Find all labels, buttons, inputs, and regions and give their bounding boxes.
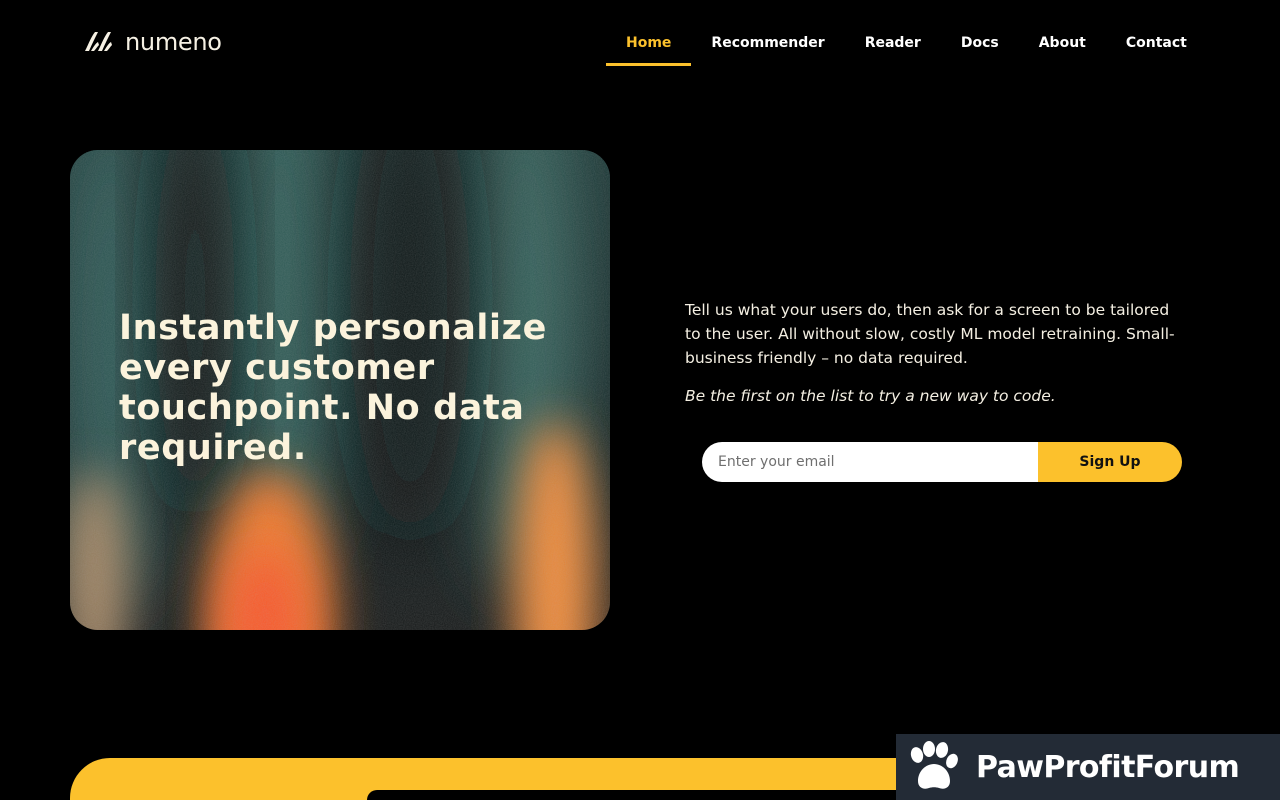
nav-contact[interactable]: Contact [1106,20,1207,66]
site-logo[interactable]: numeno [82,27,222,57]
tagline-text: Be the first on the list to try a new wa… [685,387,1056,405]
nav-reader[interactable]: Reader [845,20,941,66]
brand-name: numeno [125,28,222,56]
nav-recommender[interactable]: Recommender [691,20,844,66]
hero-card: Instantly personalize every customer tou… [70,150,610,630]
site-header: numeno Home Recommender Reader Docs Abou… [0,0,1280,86]
nav-home[interactable]: Home [606,20,692,66]
intro-text: Tell us what your users do, then ask for… [685,301,1175,367]
paw-icon [910,741,958,789]
hero-title: Instantly personalize every customer tou… [119,308,547,468]
sign-up-button[interactable]: Sign Up [1038,442,1182,482]
watermark-badge: PawProfitForum [896,734,1280,800]
watermark-text: PawProfitForum [976,749,1240,785]
numeno-logo-icon [85,32,112,51]
email-input[interactable] [702,442,1038,482]
nav-about[interactable]: About [1019,20,1106,66]
signup-form: Sign Up [702,442,1182,482]
main-nav: Home Recommender Reader Docs About Conta… [606,20,1207,66]
nav-docs[interactable]: Docs [941,20,1019,66]
